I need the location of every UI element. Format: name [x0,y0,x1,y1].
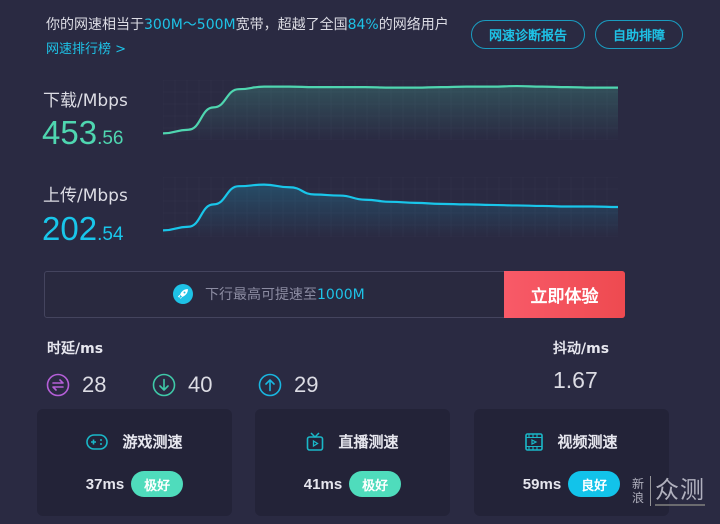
latency-download: 40 [152,372,212,398]
summary-middle: 宽带，超越了全国 [235,17,348,33]
summary-prefix: 你的网速相当于 [46,17,144,33]
upload-value-dec: .54 [97,224,124,245]
game-speed-test-card[interactable]: 游戏测速 37ms 极好 [37,409,232,516]
upload-speed-chart [163,177,618,237]
quality-badge: 良好 [568,471,621,497]
card-latency: 37ms [85,475,125,493]
latency-overall: 28 [46,372,106,398]
upload-value-int: 202 [42,210,98,247]
latency-upload-value: 29 [294,372,319,397]
quality-badge: 极好 [349,471,402,497]
card-latency: 41ms [303,475,343,493]
self-troubleshoot-button[interactable]: 自助排障 [595,20,683,49]
speed-boost-banner: 下行最高可提速至1000M 立即体验 [44,271,625,318]
swap-icon [46,373,70,397]
try-now-button[interactable]: 立即体验 [504,271,625,318]
download-label: 下载/Mbps [43,91,128,111]
live-speed-test-card[interactable]: 直播测速 41ms 极好 [255,409,450,516]
boost-prefix: 下行最高可提速至 [205,287,317,303]
summary-percent: 84% [347,17,379,33]
card-latency: 59ms [522,475,562,493]
watermark-divider [650,476,651,506]
rocket-icon [173,284,193,304]
upload-value: 202.54 [42,210,123,248]
download-chart-area [163,86,618,140]
latency-download-value: 40 [188,372,213,397]
card-title: 游戏测速 [122,433,183,451]
jitter-value: 1.67 [553,367,598,393]
download-value-dec: .56 [97,128,124,149]
gamepad-icon [86,433,109,450]
watermark-big-text: 众测 [655,476,705,506]
watermark-logo: 新浪 众测 [632,476,705,506]
boost-text: 下行最高可提速至1000M [205,284,365,304]
speed-summary: 你的网速相当于300M～500M宽带，超越了全国84%的网络用户 [46,14,449,34]
tv-icon [307,431,324,451]
download-value: 453.56 [42,114,123,152]
down-arrow-icon [152,373,176,397]
film-icon [525,432,544,451]
boost-speed: 1000M [317,287,365,303]
diagnosis-report-button[interactable]: 网速诊断报告 [471,20,585,49]
latency-label: 时延/ms [47,341,104,357]
upload-label: 上传/Mbps [43,186,128,206]
watermark-small-text: 新浪 [632,477,645,505]
quality-badge: 极好 [131,471,184,497]
latency-upload: 29 [258,372,318,398]
download-speed-chart [163,80,618,140]
download-value-int: 453 [42,114,98,151]
upload-chart-area [163,184,618,237]
summary-suffix: 的网络用户 [378,17,449,33]
latency-overall-value: 28 [82,372,107,397]
card-title: 视频测速 [557,433,618,451]
speed-ranking-link[interactable]: 网速排行榜 > [46,38,126,57]
up-arrow-icon [258,373,282,397]
jitter-label: 抖动/ms [553,341,610,357]
card-title: 直播测速 [338,433,399,451]
summary-range: 300M～500M [144,17,236,33]
